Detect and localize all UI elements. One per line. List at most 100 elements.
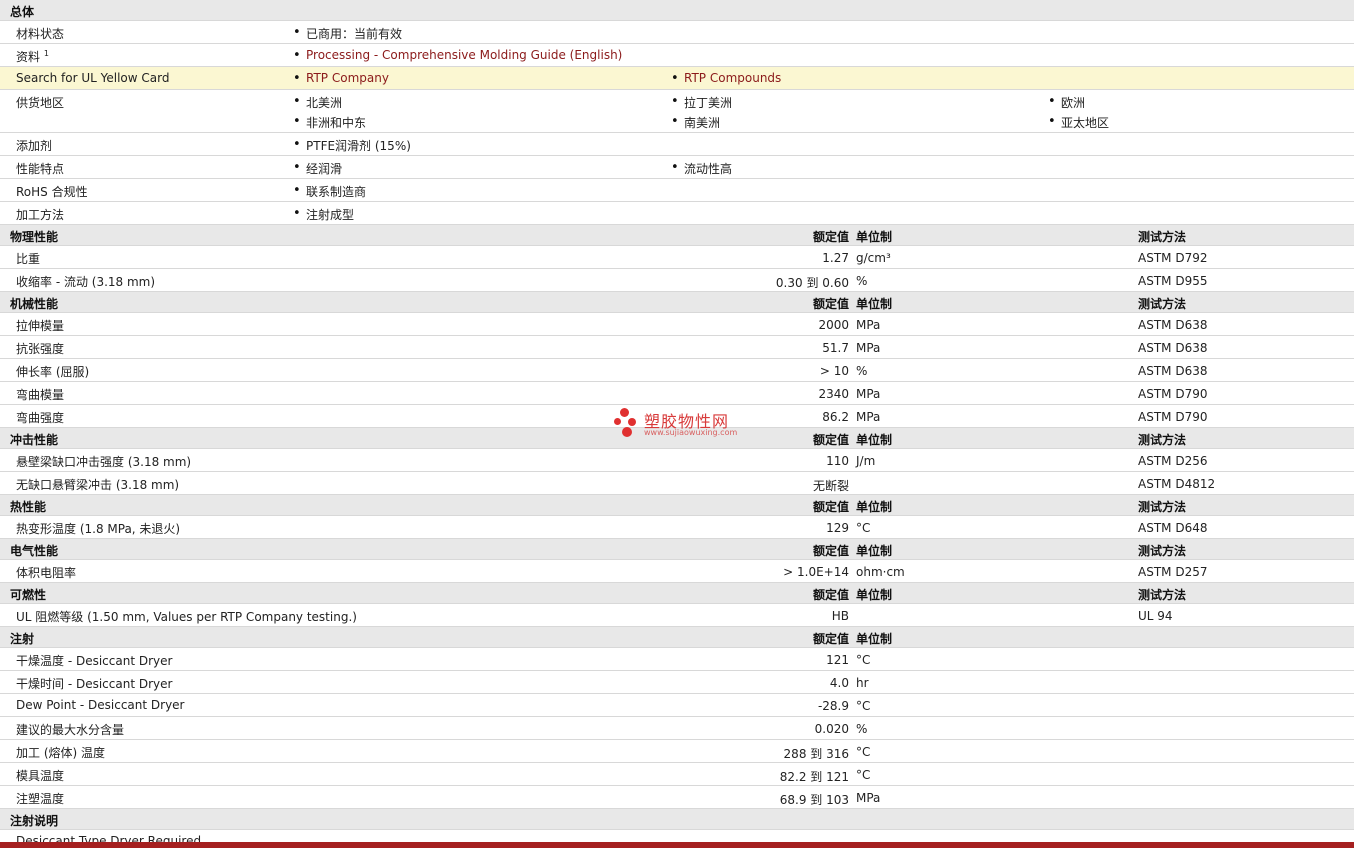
property-label: Dew Point - Desiccant Dryer [16,698,185,712]
property-value: 2000 [818,318,849,332]
property-value: 51.7 [822,341,849,355]
property-label: 无缺口悬臂梁冲击 (3.18 mm) [16,478,180,492]
property-row: 抗张强度 51.7 MPa ASTM D638 [0,336,1354,359]
property-label: 伸长率 (屈服) [16,365,90,379]
footer-bar [0,842,1354,848]
row-features: 性能特点 经润滑 流动性高 [0,156,1354,179]
row-label: 供货地区 [16,96,65,110]
property-row: 弯曲模量 2340 MPa ASTM D790 [0,382,1354,405]
col-header-unit: 单位制 [856,588,893,602]
region-item: 非洲和中东 [291,114,366,131]
property-unit: hr [856,676,869,690]
property-label: 加工 (熔体) 温度 [16,746,105,760]
property-unit: °C [856,768,871,782]
rtp-compounds-link[interactable]: RTP Compounds [669,71,781,86]
section-header-injection-notes: 注射说明 [0,809,1354,830]
col-header-unit: 单位制 [856,500,893,514]
row-value: 注射成型 [291,206,354,223]
test-method: ASTM D792 [1138,251,1208,265]
rtp-company-link[interactable]: RTP Company [291,71,389,86]
property-unit: MPa [856,341,881,355]
property-row: 建议的最大水分含量 0.020% [0,717,1354,740]
literature-link[interactable]: Processing - Comprehensive Molding Guide… [291,48,622,63]
property-label: 收缩率 - 流动 (3.18 mm) [16,275,156,289]
property-row: 干燥温度 - Desiccant Dryer 121 °C [0,648,1354,671]
test-method: ASTM D955 [1138,274,1208,288]
section-header: 电气性能 额定值 单位制 测试方法 [0,539,1354,560]
col-header-unit: 单位制 [856,544,893,558]
property-value: 1.27 [822,251,849,265]
property-label: 弯曲模量 [16,388,65,402]
row-processing: 加工方法 注射成型 [0,202,1354,225]
property-unit: MPa [856,387,881,401]
property-unit: J/m [856,454,876,468]
row-label: RoHS 合规性 [16,185,88,199]
section-title: 电气性能 [10,544,59,558]
property-value: > 1.0E+14 [783,565,849,579]
section-title: 注射说明 [10,814,59,828]
section-header-general: 总体 [0,0,1354,21]
property-row: 体积电阻率 > 1.0E+14 ohm·cm ASTM D257 [0,560,1354,583]
property-value: 110 [826,454,849,468]
property-unit: g/cm³ [856,251,891,265]
property-value: 0.020 [814,722,849,736]
property-label: 干燥温度 - Desiccant Dryer [16,654,173,668]
property-row: 模具温度 82.2 到 121 °C [0,763,1354,786]
property-unit: MPa [856,318,881,332]
property-label: 弯曲强度 [16,411,65,425]
property-value: 无断裂 [812,479,849,493]
section-title: 机械性能 [10,297,59,311]
col-header-unit: 单位制 [856,632,893,646]
row-label: 性能特点 [16,162,65,176]
property-row: 比重 1.27 g/cm³ ASTM D792 [0,246,1354,269]
test-method: ASTM D257 [1138,565,1208,579]
property-value: 129 [826,521,849,535]
row-regions: 供货地区 北美洲 拉丁美洲 欧洲 非洲和中东 南美洲 亚太地区 [0,90,1354,133]
property-value: 288 到 316 [783,747,849,761]
property-label: UL 阻燃等级 (1.50 mm, Values per RTP Company… [16,610,357,624]
section-title: 总体 [10,5,35,19]
col-header-rated: 额定值 [812,544,849,558]
section-header: 机械性能 额定值 单位制 测试方法 [0,292,1354,313]
property-label: 拉伸模量 [16,319,65,333]
row-label: 添加剂 [16,139,53,153]
property-row: 干燥时间 - Desiccant Dryer 4.0 hr [0,671,1354,694]
property-row: 收缩率 - 流动 (3.18 mm) 0.30 到 0.60% ASTM D955 [0,269,1354,292]
property-value: 68.9 到 103 [779,793,849,807]
test-method: ASTM D790 [1138,410,1208,424]
row-value: 已商用：当前有效 [291,25,402,42]
row-rohs: RoHS 合规性 联系制造商 [0,179,1354,202]
property-label: 注塑温度 [16,792,65,806]
region-item: 亚太地区 [1046,114,1109,131]
col-header-rated: 额定值 [812,632,849,646]
watermark-logo: 塑胶物性网 www.sujiaowuxing.com [614,406,744,442]
row-value: 联系制造商 [291,183,366,200]
property-row: 伸长率 (屈服) > 10% ASTM D638 [0,359,1354,382]
col-header-unit: 单位制 [856,230,893,244]
col-header-rated: 额定值 [812,433,849,447]
property-row: 无缺口悬臂梁冲击 (3.18 mm) 无断裂 ASTM D4812 [0,472,1354,495]
row-label: 材料状态 [16,27,65,41]
section-title: 热性能 [10,500,47,514]
region-item: 北美洲 [291,94,342,111]
property-label: 模具温度 [16,769,65,783]
section-header: 可燃性 额定值 单位制 测试方法 [0,583,1354,604]
feature-item: 经润滑 [291,160,342,177]
test-method: ASTM D638 [1138,341,1208,355]
col-header-rated: 额定值 [812,588,849,602]
property-value: HB [831,609,849,623]
test-method: ASTM D256 [1138,454,1208,468]
row-additive: 添加剂 PTFE润滑剂 (15%) [0,133,1354,156]
property-row: Dew Point - Desiccant Dryer -28.9 °C [0,694,1354,717]
property-row: 悬壁梁缺口冲击强度 (3.18 mm) 110 J/m ASTM D256 [0,449,1354,472]
test-method: UL 94 [1138,609,1173,623]
section-title: 可燃性 [10,588,47,602]
row-label: 加工方法 [16,208,65,222]
property-unit: °C [856,521,871,535]
property-unit: MPa [856,791,881,805]
watermark-url: www.sujiaowuxing.com [644,428,738,437]
property-unit: °C [856,653,871,667]
property-row: 加工 (熔体) 温度 288 到 316 °C [0,740,1354,763]
row-ul-card: Search for UL Yellow Card RTP Company RT… [0,67,1354,90]
section-title: 物理性能 [10,230,59,244]
